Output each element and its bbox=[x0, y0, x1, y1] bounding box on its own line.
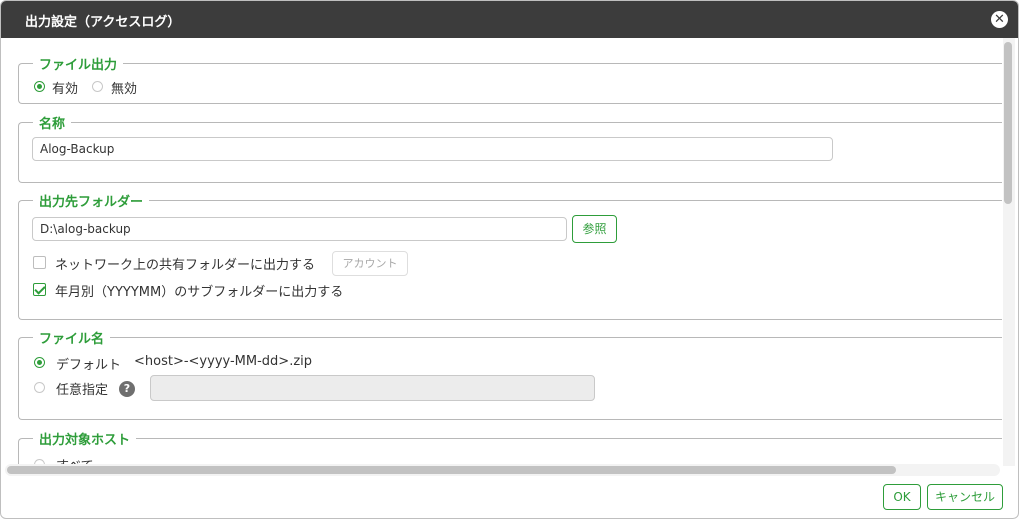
file-name-default-pattern: <host>-<yyyy-MM-dd>.zip bbox=[134, 354, 313, 369]
cancel-button[interactable]: キャンセル bbox=[927, 484, 1003, 510]
file-output-legend: ファイル出力 bbox=[39, 58, 118, 73]
file-output-disabled-radio[interactable] bbox=[92, 81, 103, 92]
network-share-label: ネットワーク上の共有フォルダーに出力する bbox=[55, 258, 316, 273]
close-icon[interactable]: ✕ bbox=[991, 11, 1008, 28]
target-host-legend: 出力対象ホスト bbox=[39, 433, 131, 448]
file-name-custom-radio[interactable] bbox=[34, 382, 45, 393]
file-name-custom-label: 任意指定 bbox=[56, 383, 109, 398]
ok-button[interactable]: OK bbox=[883, 484, 921, 510]
dialog-title: 出力設定（アクセスログ） bbox=[25, 15, 181, 30]
folder-path-input[interactable]: D:\alog-backup bbox=[32, 217, 567, 241]
target-host-section: 出力対象ホスト bbox=[18, 429, 1002, 464]
name-legend: 名称 bbox=[39, 117, 66, 132]
output-settings-dialog: 出力設定（アクセスログ） ✕ ファイル出力 有効 無効 名称 Alog-Back… bbox=[0, 0, 1019, 519]
file-output-enabled-radio[interactable] bbox=[34, 81, 45, 92]
file-name-section: ファイル名 bbox=[18, 328, 1002, 420]
subfolder-checkbox[interactable] bbox=[33, 283, 46, 296]
subfolder-label: 年月別（YYYYMM）のサブフォルダーに出力する bbox=[55, 285, 344, 300]
file-name-custom-input[interactable] bbox=[150, 375, 595, 401]
account-button[interactable]: アカウント bbox=[332, 251, 408, 276]
help-icon[interactable]: ? bbox=[119, 381, 135, 397]
file-name-legend: ファイル名 bbox=[39, 332, 105, 347]
name-input[interactable]: Alog-Backup bbox=[32, 137, 833, 161]
file-output-section: ファイル出力 bbox=[18, 54, 1002, 104]
network-share-checkbox[interactable] bbox=[33, 256, 46, 269]
vertical-scrollbar-thumb[interactable] bbox=[1004, 42, 1012, 204]
output-folder-legend: 出力先フォルダー bbox=[39, 195, 144, 210]
dialog-content: ファイル出力 有効 無効 名称 Alog-Backup 出力先フォルダー D:\… bbox=[1, 38, 1002, 464]
target-host-all-label: すべて bbox=[56, 455, 94, 464]
file-output-disabled-label: 無効 bbox=[111, 82, 138, 97]
file-name-default-label: デフォルト bbox=[56, 358, 122, 373]
horizontal-scrollbar-thumb[interactable] bbox=[7, 466, 896, 474]
browse-button[interactable]: 参照 bbox=[572, 215, 617, 243]
file-output-enabled-label: 有効 bbox=[52, 82, 79, 97]
dialog-titlebar: 出力設定（アクセスログ） ✕ bbox=[1, 1, 1018, 38]
file-name-default-radio[interactable] bbox=[34, 357, 45, 368]
